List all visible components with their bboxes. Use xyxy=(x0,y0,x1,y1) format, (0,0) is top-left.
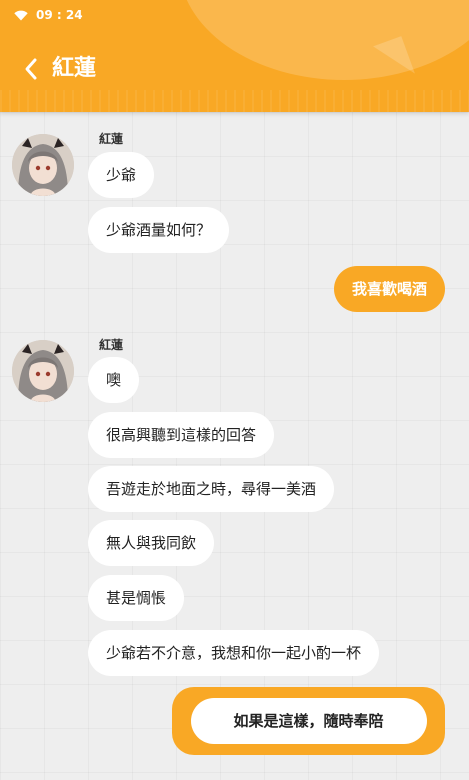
message-bubble: 甚是惆悵 xyxy=(88,575,185,621)
reply-option-label: 如果是這樣，隨時奉陪 xyxy=(190,698,427,744)
message-bubble: 吾遊走於地面之時，尋得一美酒 xyxy=(88,466,335,512)
app-header: 09 : 24 紅蓮 xyxy=(0,0,469,112)
status-bar: 09 : 24 xyxy=(14,6,83,24)
wifi-icon xyxy=(14,10,28,21)
page-title: 紅蓮 xyxy=(52,56,97,81)
avatar[interactable] xyxy=(12,340,74,402)
message-bubble: 少爺 xyxy=(88,152,155,198)
status-time: 09 : 24 xyxy=(36,8,83,22)
message-bubble: 很高興聽到這樣的回答 xyxy=(88,412,275,458)
sender-name: 紅蓮 xyxy=(99,132,124,146)
avatar[interactable] xyxy=(12,134,74,196)
message-bubble: 噢 xyxy=(88,357,140,403)
message-bubble: 少爺酒量如何？ xyxy=(88,207,230,253)
message-bubble: 無人與我同飲 xyxy=(88,520,215,566)
back-button[interactable] xyxy=(16,54,46,84)
chevron-left-icon xyxy=(25,58,37,80)
my-message-bubble: 我喜歡喝酒 xyxy=(333,266,445,312)
message-bubble: 少爺若不介意，我想和你一起小酌一杯 xyxy=(88,630,380,676)
header-stripe xyxy=(0,90,469,112)
reply-option-button[interactable]: 如果是這樣，隨時奉陪 xyxy=(172,687,445,755)
header-decoration xyxy=(179,0,469,80)
sender-name: 紅蓮 xyxy=(99,338,124,352)
